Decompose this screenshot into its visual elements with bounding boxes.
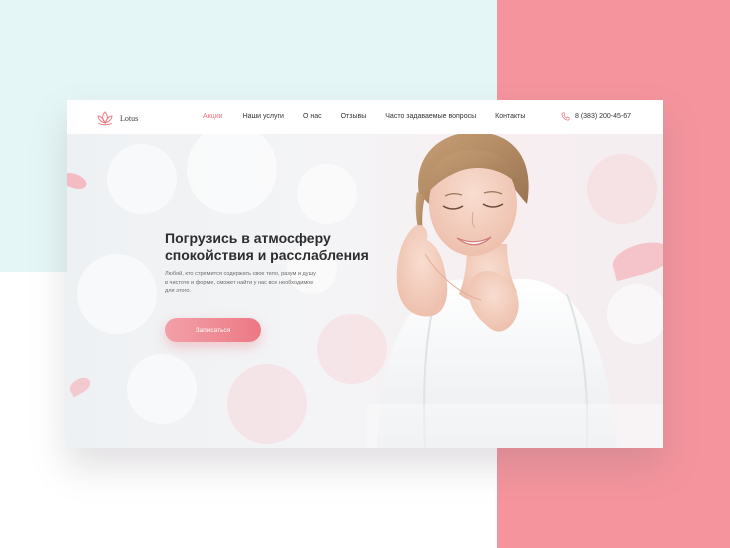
bokeh-light [127,354,197,424]
nav-item-contacts[interactable]: Контакты [495,113,525,120]
phone-icon [561,112,570,121]
nav-item-reviews[interactable]: Отзывы [341,113,367,120]
logo-text: Lotus [120,113,139,123]
nav-item-promotions[interactable]: Акции [203,113,223,120]
site-header: Lotus Акции Наши услуги О нас Отзывы Час… [67,100,663,134]
book-appointment-button[interactable]: Записаться [165,318,261,342]
phone-number: 8 (383) 200-45-67 [575,113,632,120]
hero-section: Погрузись в атмосферу спокойствия и расс… [67,134,663,448]
woman-in-bathrobe-image [367,134,663,448]
bokeh-light [297,164,357,224]
hero-description-line-1: Любой, кто стремится содержать свое тело… [165,271,316,277]
hero-title: Погрузись в атмосферу спокойствия и расс… [165,230,395,264]
hero-description-line-3: для этого. [165,288,192,294]
hero-title-line-1: Погрузись в атмосферу [165,230,331,246]
bokeh-light [187,134,277,214]
nav-item-services[interactable]: Наши услуги [243,113,284,120]
phone-contact[interactable]: 8 (383) 200-45-67 [561,112,631,121]
hero-description-line-2: в чистоте и форме, сможет найти у нас вс… [165,279,314,286]
petal-decoration [67,169,89,193]
hero-title-line-2: спокойствия и расслабления [165,247,369,263]
hero-description: Любой, кто стремится содержать свое тело… [165,270,355,296]
petal-decoration [67,374,94,398]
nav-item-faq[interactable]: Часто задаваемые вопросы [385,113,476,120]
bokeh-light [107,144,177,214]
bokeh-light [227,364,307,444]
bokeh-light [77,254,157,334]
nav-item-about[interactable]: О нас [303,113,322,120]
website-mockup-card: Lotus Акции Наши услуги О нас Отзывы Час… [67,100,663,448]
logo[interactable]: Lotus [95,109,138,127]
lotus-icon [97,111,113,126]
main-nav: Акции Наши услуги О нас Отзывы Часто зад… [203,113,525,120]
